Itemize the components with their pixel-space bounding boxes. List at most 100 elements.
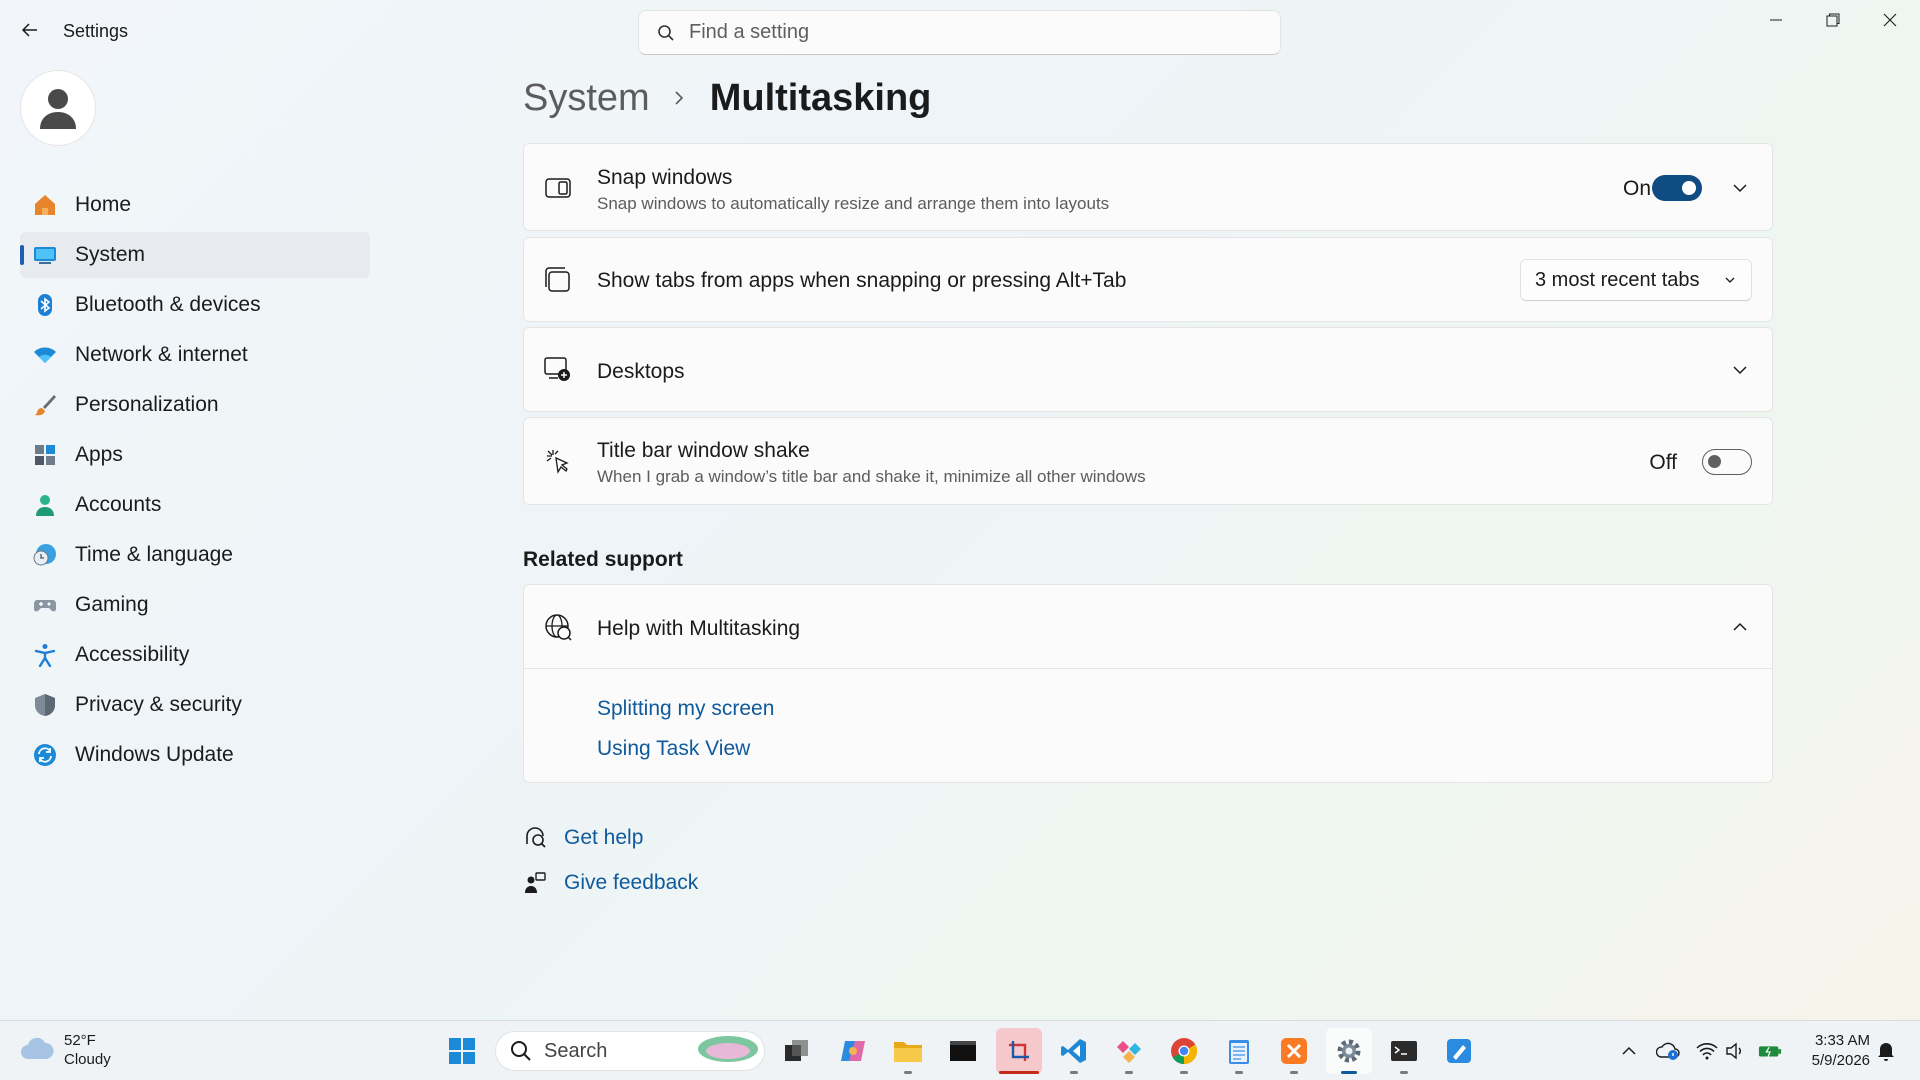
help-link-splitting-screen[interactable]: Splitting my screen bbox=[597, 697, 774, 721]
chevron-up-icon[interactable] bbox=[1617, 1039, 1641, 1063]
toggle-knob bbox=[1682, 181, 1696, 195]
taskbar-file-explorer[interactable] bbox=[885, 1028, 931, 1074]
snap-windows-card[interactable]: Snap windows Snap windows to automatical… bbox=[523, 143, 1773, 231]
chevron-up-icon[interactable] bbox=[1728, 615, 1752, 639]
give-feedback-link[interactable]: Give feedback bbox=[523, 871, 698, 895]
weather-temperature: 52°F bbox=[64, 1032, 96, 1049]
search-input[interactable] bbox=[689, 21, 1249, 44]
vscode-icon bbox=[1061, 1039, 1086, 1063]
taskbar-notepad[interactable] bbox=[1216, 1028, 1262, 1074]
sidebar-item-windows-update[interactable]: Windows Update bbox=[20, 732, 370, 778]
search-icon bbox=[655, 22, 677, 44]
taskbar-copilot[interactable] bbox=[830, 1028, 876, 1074]
sidebar-item-system[interactable]: System bbox=[20, 232, 370, 278]
taskbar-snipping-tool[interactable] bbox=[996, 1028, 1042, 1074]
sidebar-item-network[interactable]: Network & internet bbox=[20, 332, 370, 378]
home-icon bbox=[32, 192, 58, 218]
volume-icon[interactable] bbox=[1724, 1039, 1748, 1063]
onedrive-icon[interactable] bbox=[1656, 1039, 1680, 1063]
update-icon bbox=[32, 742, 58, 768]
sidebar-item-time-language[interactable]: Time & language bbox=[20, 532, 370, 578]
sidebar-item-label: Personalization bbox=[75, 393, 219, 416]
sidebar-item-apps[interactable]: Apps bbox=[20, 432, 370, 478]
sidebar-item-label: Windows Update bbox=[75, 743, 234, 766]
help-multitasking-title: Help with Multitasking bbox=[597, 617, 801, 640]
sidebar-item-label: Gaming bbox=[75, 593, 149, 616]
window-shake-card: Title bar window shake When I grab a win… bbox=[523, 417, 1773, 505]
desktops-card[interactable]: Desktops bbox=[523, 327, 1773, 412]
sidebar-item-privacy[interactable]: Privacy & security bbox=[20, 682, 370, 728]
taskbar-task-view[interactable] bbox=[774, 1028, 820, 1074]
chevron-down-icon[interactable] bbox=[1728, 176, 1752, 200]
battery-icon[interactable] bbox=[1758, 1039, 1782, 1063]
person-icon bbox=[40, 89, 76, 129]
copilot-icon bbox=[841, 1041, 865, 1061]
minimize-button[interactable] bbox=[1748, 0, 1804, 40]
taskbar-xampp[interactable] bbox=[1271, 1028, 1317, 1074]
start-button[interactable] bbox=[439, 1028, 485, 1074]
close-icon bbox=[1883, 13, 1897, 27]
window-shake-state: Off bbox=[1649, 451, 1677, 474]
taskbar-chrome[interactable] bbox=[1161, 1028, 1207, 1074]
taskbar-app-diamond[interactable] bbox=[1106, 1028, 1152, 1074]
restore-button[interactable] bbox=[1805, 0, 1861, 40]
gear-icon bbox=[1337, 1039, 1361, 1063]
chevron-down-icon[interactable] bbox=[1728, 358, 1752, 382]
tabs-count-dropdown[interactable]: 3 most recent tabs bbox=[1520, 259, 1752, 301]
chrome-icon bbox=[1171, 1038, 1198, 1065]
shake-cursor-icon bbox=[544, 448, 572, 476]
taskbar: 52°F Cloudy Search 3:33 AM 5/9/2026 bbox=[0, 1020, 1920, 1080]
close-button[interactable] bbox=[1862, 0, 1918, 40]
window-shake-toggle[interactable] bbox=[1702, 449, 1752, 475]
get-help-label: Get help bbox=[564, 826, 644, 849]
snap-windows-toggle[interactable] bbox=[1652, 175, 1702, 201]
weather-widget[interactable]: 52°F Cloudy bbox=[20, 1031, 111, 1069]
taskbar-terminal-black[interactable] bbox=[940, 1028, 986, 1074]
sidebar-item-bluetooth[interactable]: Bluetooth & devices bbox=[20, 282, 370, 328]
give-feedback-label: Give feedback bbox=[564, 871, 699, 894]
chevron-right-icon bbox=[672, 90, 688, 106]
folder-icon bbox=[894, 1042, 922, 1062]
sidebar-item-label: Home bbox=[75, 193, 132, 216]
help-link-task-view[interactable]: Using Task View bbox=[597, 737, 750, 761]
search-highlight-icon bbox=[696, 1034, 760, 1069]
desktops-icon bbox=[544, 356, 572, 384]
sidebar-item-home[interactable]: Home bbox=[20, 182, 370, 228]
user-avatar[interactable] bbox=[20, 70, 96, 146]
snap-windows-icon bbox=[544, 174, 572, 202]
sidebar-item-accessibility[interactable]: Accessibility bbox=[20, 632, 370, 678]
window-shake-description: When I grab a window’s title bar and sha… bbox=[597, 467, 1146, 486]
snap-windows-state: On bbox=[1622, 177, 1651, 200]
sidebar-item-accounts[interactable]: Accounts bbox=[20, 482, 370, 528]
sidebar-item-personalization[interactable]: Personalization bbox=[20, 382, 370, 428]
breadcrumb-parent[interactable]: System bbox=[523, 77, 650, 120]
sidebar-item-gaming[interactable]: Gaming bbox=[20, 582, 370, 628]
taskbar-paint[interactable] bbox=[1436, 1028, 1482, 1074]
globe-help-icon bbox=[544, 613, 572, 641]
restore-icon bbox=[1826, 13, 1840, 27]
get-help-link[interactable]: Get help bbox=[523, 826, 643, 850]
sidebar-item-label: Bluetooth & devices bbox=[75, 293, 261, 316]
title-bar: Settings bbox=[0, 0, 1920, 64]
sidebar-item-label: Network & internet bbox=[75, 343, 248, 366]
app-title: Settings bbox=[63, 21, 129, 41]
gamepad-icon bbox=[32, 592, 58, 618]
notification-bell-icon[interactable] bbox=[1874, 1039, 1898, 1063]
minimize-icon bbox=[1770, 19, 1782, 21]
get-help-icon bbox=[523, 826, 547, 850]
accounts-icon bbox=[32, 492, 58, 518]
taskbar-settings[interactable] bbox=[1326, 1028, 1372, 1074]
back-button[interactable] bbox=[16, 16, 44, 44]
help-multitasking-header[interactable]: Help with Multitasking bbox=[524, 585, 1772, 669]
snap-windows-title: Snap windows bbox=[597, 166, 733, 189]
taskbar-vscode[interactable] bbox=[1051, 1028, 1097, 1074]
taskbar-search[interactable]: Search bbox=[495, 1031, 765, 1071]
desktops-title: Desktops bbox=[597, 360, 685, 383]
taskbar-clock[interactable]: 3:33 AM 5/9/2026 bbox=[1796, 1031, 1870, 1071]
settings-search[interactable] bbox=[638, 10, 1281, 55]
wifi-icon[interactable] bbox=[1695, 1039, 1719, 1063]
taskbar-terminal[interactable] bbox=[1381, 1028, 1427, 1074]
windows-logo-icon bbox=[449, 1038, 475, 1064]
alt-tab-tabs-title: Show tabs from apps when snapping or pre… bbox=[597, 269, 1127, 292]
related-support-heading: Related support bbox=[523, 548, 683, 571]
